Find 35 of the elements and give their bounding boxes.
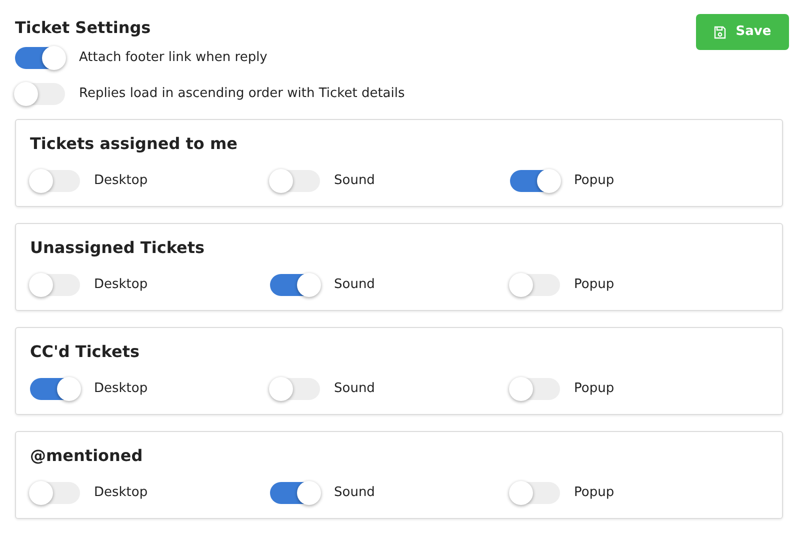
card-title: CC'd Tickets: [30, 341, 141, 363]
toggle-switch[interactable]: [270, 378, 320, 400]
toggle-label: Popup: [574, 276, 614, 294]
toggle-switch[interactable]: [510, 378, 560, 400]
card-title: Unassigned Tickets: [30, 237, 206, 259]
option-label: Attach footer link when reply: [79, 49, 268, 68]
toggle-label: Popup: [574, 484, 614, 502]
toggle-switch[interactable]: [270, 170, 320, 192]
toggle-label: Desktop: [94, 484, 148, 502]
toggle-switch[interactable]: [270, 274, 320, 296]
toggle-label: Sound: [334, 380, 375, 398]
toggle-switch[interactable]: [15, 47, 65, 69]
toggle-switch[interactable]: [30, 378, 80, 400]
toggle-switch[interactable]: [270, 482, 320, 504]
toggle-label: Popup: [574, 380, 614, 398]
toggle-switch[interactable]: [510, 170, 560, 192]
toggle-label: Popup: [574, 172, 614, 190]
toggle-label: Desktop: [94, 172, 148, 190]
toggle-label: Desktop: [94, 380, 148, 398]
toggle-label: Sound: [334, 484, 375, 502]
save-icon: [714, 26, 726, 38]
page-title: Ticket Settings: [15, 17, 151, 39]
toggle-switch[interactable]: [15, 83, 65, 105]
card-title: @mentioned: [30, 445, 144, 467]
toggle-switch[interactable]: [30, 482, 80, 504]
toggle-label: Sound: [334, 172, 375, 190]
save-button[interactable]: Save: [696, 14, 789, 50]
toggle-label: Sound: [334, 276, 375, 294]
toggle-label: Desktop: [94, 276, 148, 294]
toggle-switch[interactable]: [30, 170, 80, 192]
toggle-switch[interactable]: [510, 274, 560, 296]
card-title: Tickets assigned to me: [30, 133, 238, 155]
option-label: Replies load in ascending order with Ticket details: [79, 85, 405, 104]
toggle-switch[interactable]: [510, 482, 560, 504]
toggle-switch[interactable]: [30, 274, 80, 296]
